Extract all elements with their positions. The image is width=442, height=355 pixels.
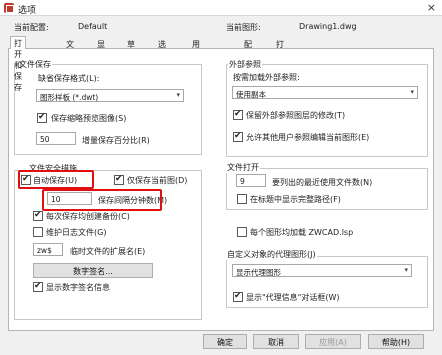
full-path-label: 在标题中显示完整路径(F) bbox=[250, 195, 341, 204]
create-backup-checkbox[interactable] bbox=[33, 210, 43, 221]
allow-xref-edit-label: 允许其他用户参照编辑当前图形(E) bbox=[246, 133, 370, 142]
cancel-button[interactable]: 取消 bbox=[253, 334, 299, 349]
allow-xref-edit-checkbox[interactable] bbox=[233, 131, 243, 142]
default-format-value: 图形样板 (*.dwt) bbox=[40, 93, 99, 102]
show-signature-label: 显示数字签名信息 bbox=[46, 283, 110, 292]
xref-load-value: 使用副本 bbox=[236, 90, 266, 99]
autosave-highlight bbox=[18, 170, 94, 189]
show-proxy-dialog-checkbox[interactable] bbox=[233, 291, 243, 302]
xref-load-label: 按需加载外部参照: bbox=[233, 73, 300, 82]
proxy-value: 显示代理图形 bbox=[236, 268, 281, 277]
current-profile-label: 当前配置: bbox=[14, 23, 49, 32]
xref-load-select[interactable]: 使用副本 ▾ bbox=[232, 86, 418, 99]
app-icon bbox=[4, 3, 14, 13]
interval-highlight bbox=[42, 189, 162, 211]
proxy-title: 自定义对象的代理图形(J) bbox=[226, 249, 317, 260]
chevron-down-icon: ▾ bbox=[410, 88, 414, 96]
show-signature-checkbox[interactable] bbox=[33, 281, 43, 292]
current-profile-value: Default bbox=[78, 22, 108, 31]
create-backup-label: 每次保存均创建备份(C) bbox=[46, 212, 130, 221]
current-drawing-label: 当前图形: bbox=[226, 23, 261, 32]
title-bar: 选项 × bbox=[0, 0, 442, 16]
current-drawing-value: Drawing1.dwg bbox=[299, 22, 357, 31]
tab-open-save[interactable]: 打开和保存 bbox=[10, 36, 26, 92]
show-proxy-dialog-label: 显示"代理信息"对话框(W) bbox=[246, 293, 340, 302]
chevron-down-icon: ▾ bbox=[176, 91, 180, 99]
recent-files-input[interactable]: 9 bbox=[236, 174, 266, 187]
close-icon[interactable]: × bbox=[427, 1, 436, 14]
save-current-only-label: 仅保存当前图(D) bbox=[127, 176, 188, 185]
save-thumbnail-label: 保存缩略预览图像(S) bbox=[51, 114, 127, 123]
load-lsp-checkbox[interactable] bbox=[237, 227, 247, 237]
recent-files-label: 要列出的最近使用文件数(N) bbox=[272, 178, 373, 187]
temp-extension-input[interactable]: zw$ bbox=[33, 243, 63, 256]
retain-xref-layer-checkbox[interactable] bbox=[233, 109, 243, 120]
apply-button[interactable]: 应用(A) bbox=[305, 334, 361, 349]
file-save-title: 文件保存 bbox=[18, 59, 52, 70]
load-lsp-label: 每个图形均加载 ZWCAD.lsp bbox=[250, 228, 354, 237]
default-format-select[interactable]: 图形样板 (*.dwt) ▾ bbox=[36, 89, 184, 102]
incremental-save-label: 增量保存百分比(R) bbox=[82, 136, 150, 145]
save-current-only-checkbox[interactable] bbox=[114, 174, 124, 185]
incremental-save-input[interactable]: 50 bbox=[36, 132, 76, 145]
xref-title: 外部参照 bbox=[228, 59, 262, 70]
file-open-title: 文件打开 bbox=[226, 162, 260, 173]
default-format-label: 缺省保存格式(L): bbox=[38, 74, 100, 83]
chevron-down-icon: ▾ bbox=[404, 266, 408, 274]
window-title: 选项 bbox=[18, 6, 37, 16]
save-thumbnail-checkbox[interactable] bbox=[37, 112, 47, 123]
digital-signature-button[interactable]: 数字签名... bbox=[33, 263, 153, 278]
full-path-checkbox[interactable] bbox=[237, 194, 247, 204]
maintain-log-checkbox[interactable] bbox=[33, 227, 43, 237]
ok-button[interactable]: 确定 bbox=[203, 334, 247, 349]
temp-extension-label: 临时文件的扩展名(E) bbox=[70, 247, 146, 256]
maintain-log-label: 维护日志文件(G) bbox=[46, 228, 107, 237]
proxy-select[interactable]: 显示代理图形 ▾ bbox=[232, 264, 412, 277]
retain-xref-layer-label: 保留外部参照图层的修改(T) bbox=[246, 111, 346, 120]
help-button[interactable]: 帮助(H) bbox=[368, 334, 424, 349]
